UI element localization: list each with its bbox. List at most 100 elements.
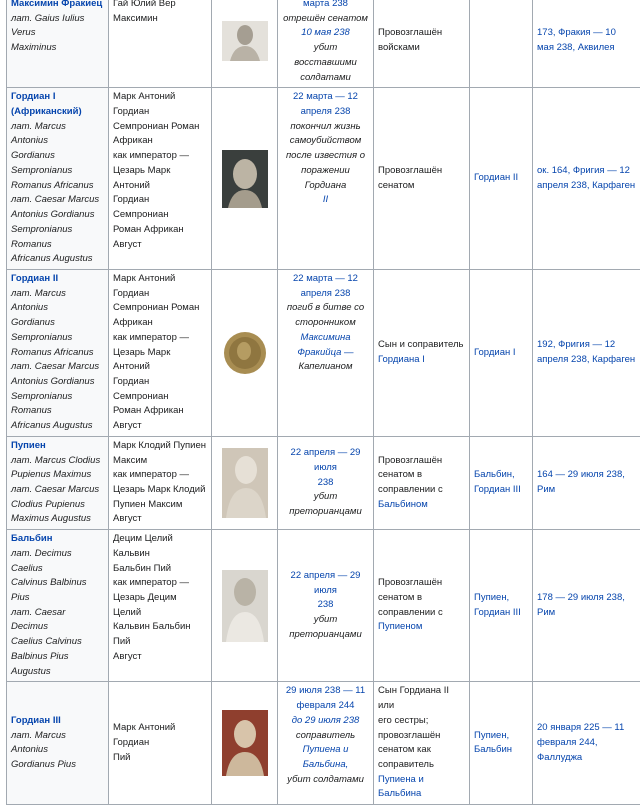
accession-cell: Провозглашён сенатом в соправлении с Бал… xyxy=(374,436,470,529)
full-name-cell: Децим Целий Кальвин Бальбин Пий как импе… xyxy=(109,530,212,682)
life-link[interactable]: апреля 238, Карфаген xyxy=(537,353,640,368)
full-name-line: Гордиан Семпрониан xyxy=(113,375,207,404)
bust-portrait-image[interactable] xyxy=(222,448,268,518)
life-link[interactable]: мая 238, Аквилея xyxy=(537,41,640,56)
emperor-name-link[interactable]: Гордиан II xyxy=(11,272,104,287)
bust-portrait-image[interactable] xyxy=(222,570,268,642)
reign-event-link[interactable]: II xyxy=(282,193,369,208)
life-link[interactable]: 173, Фракия — 10 xyxy=(537,26,640,41)
reign-date-link[interactable]: 22 марта — 12 xyxy=(282,90,369,105)
latin-name-line: лат. Caesar Marcus xyxy=(11,193,104,208)
accession-cell: Сын и соправитель Гордиана I xyxy=(374,269,470,436)
relation-link[interactable]: Бальбин xyxy=(474,743,528,758)
latin-name-line: Balbinus Pius Augustus xyxy=(11,650,104,679)
name-cell: Бальбин лат. Decimus Caelius Calvinus Ba… xyxy=(7,530,109,682)
coin-portrait-image[interactable] xyxy=(222,329,268,377)
table-row: Гордиан III лат. Marcus Antonius Gordian… xyxy=(7,682,640,805)
relation-link[interactable]: Пупиен, xyxy=(474,729,528,744)
latin-name-line: Clodius Pupienus xyxy=(11,498,104,513)
relation-link[interactable]: Гордиан II xyxy=(474,172,518,183)
emperors-table: Максимин Фракиец лат. Gaius Iulius Verus… xyxy=(6,0,640,805)
latin-name-line: Pupienus Maximus xyxy=(11,468,104,483)
accession-line: соправлении с xyxy=(378,606,465,621)
latin-name-line: лат. Gaius Iulius Verus xyxy=(11,12,104,41)
accession-line: сенатом в xyxy=(378,591,465,606)
life-link[interactable]: 192, Фригия — 12 xyxy=(537,338,640,353)
latin-name-line: Sempronianus Romanus xyxy=(11,223,104,252)
emperor-name-link[interactable]: Пупиен xyxy=(11,439,104,454)
accession-line: соправитель xyxy=(378,758,465,773)
reign-date-link[interactable]: 22 апреля — 29 июля xyxy=(282,446,369,475)
latin-name-line: лат. Caesar Marcus xyxy=(11,483,104,498)
accession-line: Провозглашён xyxy=(378,164,465,179)
full-name-line: Гордиан Семпрониан xyxy=(113,193,207,222)
life-link[interactable]: Рим xyxy=(537,483,640,498)
life-link[interactable]: февраля 244, xyxy=(537,736,640,751)
life-cell: 173, Фракия — 10 мая 238, Аквилея xyxy=(533,0,640,88)
accession-link[interactable]: Гордиана I xyxy=(378,353,465,368)
bust-portrait-image[interactable] xyxy=(222,150,268,208)
accession-line: Провозглашён xyxy=(378,26,465,41)
reign-cell: 29 июля 238 — 11 февраля 244 до 29 июля … xyxy=(278,682,374,805)
reign-event-link[interactable]: Пупиена и Бальбина, xyxy=(282,743,369,772)
reign-date-link[interactable]: 238 xyxy=(282,476,369,491)
reign-event-link[interactable]: Фракийца — xyxy=(282,346,369,361)
latin-name-line: Sempronianus Romanus xyxy=(11,390,104,419)
reign-cell: 22 апреля — 29 июля 238 убит преторианца… xyxy=(278,436,374,529)
reign-cell: 22 марта — 12 апреля 238 погиб в битве с… xyxy=(278,269,374,436)
reign-cell: марта 238 отрешён сенатом 10 мая 238 уби… xyxy=(278,0,374,88)
relation-link[interactable]: Гордиан I xyxy=(474,347,516,358)
emperor-name-link[interactable]: Гордиан I (Африканский) xyxy=(11,90,104,119)
life-cell: 192, Фригия — 12 апреля 238, Карфаген xyxy=(533,269,640,436)
life-cell: 20 января 225 — 11 февраля 244, Фаллуджа xyxy=(533,682,640,805)
reign-date-link[interactable]: 29 июля 238 — 11 xyxy=(282,684,369,699)
life-link[interactable]: апреля 238, Карфаген xyxy=(537,179,640,194)
reign-date-link[interactable]: 238 xyxy=(282,598,369,613)
life-link[interactable]: ок. 164, Фригия — 12 xyxy=(537,164,640,179)
reign-date-link[interactable]: февраля 244 xyxy=(282,699,369,714)
emperor-name-link[interactable]: Максимин Фракиец xyxy=(11,0,104,12)
reign-date-link[interactable]: до 29 июля 238 xyxy=(282,714,369,729)
relation-cell: Бальбин, Гордиан III xyxy=(470,436,533,529)
accession-line: Сын Гордиана II или xyxy=(378,684,465,713)
relation-link[interactable]: Пупиен, xyxy=(474,591,528,606)
reign-date-link[interactable]: апреля 238 xyxy=(282,105,369,120)
life-link[interactable]: 178 — 29 июля 238, xyxy=(537,591,640,606)
name-cell: Гордиан I (Африканский) лат. Marcus Anto… xyxy=(7,88,109,270)
emperor-name-link[interactable]: Гордиан III xyxy=(11,714,104,729)
life-link[interactable]: Фаллуджа xyxy=(537,751,640,766)
full-name-line: Гай Юлий Вер xyxy=(113,0,207,12)
life-link[interactable]: 164 — 29 июля 238, xyxy=(537,468,640,483)
full-name-line: Марк Антоний Гордиан xyxy=(113,272,207,301)
accession-link[interactable]: Пупиеном xyxy=(378,620,465,635)
reign-event-link[interactable]: Максимина xyxy=(282,331,369,346)
full-name-cell: Гай Юлий Вер Максимин xyxy=(109,0,212,88)
reign-event-line: убит восставшими xyxy=(282,41,369,70)
accession-line: войсками xyxy=(378,41,465,56)
reign-date-link[interactable]: марта 238 xyxy=(282,0,369,12)
accession-link[interactable]: Пупиена и Бальбина xyxy=(378,773,465,802)
emperor-name-link[interactable]: Бальбин xyxy=(11,532,104,547)
bust-portrait-image[interactable] xyxy=(222,710,268,776)
relation-link[interactable]: Бальбин, xyxy=(474,468,528,483)
full-name-line: Максимин xyxy=(113,12,207,27)
table-row: Пупиен лат. Marcus Clodius Pupienus Maxi… xyxy=(7,436,640,529)
reign-date-link[interactable]: 22 апреля — 29 июля xyxy=(282,569,369,598)
full-name-line: Роман Африкан Август xyxy=(113,404,207,433)
full-name-line: Децим Целий Кальвин xyxy=(113,532,207,561)
portrait-cell xyxy=(212,530,278,682)
life-link[interactable]: Рим xyxy=(537,606,640,621)
reign-date-link[interactable]: апреля 238 xyxy=(282,287,369,302)
life-link[interactable]: 20 января 225 — 11 xyxy=(537,721,640,736)
latin-name-line: лат. Marcus Antonius xyxy=(11,120,104,149)
reign-event-line: убит преторианцами xyxy=(282,490,369,519)
accession-line: его сестры; xyxy=(378,714,465,729)
reign-date-link[interactable]: 22 марта — 12 xyxy=(282,272,369,287)
reign-event-link[interactable]: 10 мая 238 xyxy=(282,26,369,41)
bust-portrait-image[interactable] xyxy=(222,21,268,61)
relation-link[interactable]: Гордиан III xyxy=(474,606,528,621)
accession-line: Провозглашён xyxy=(378,454,465,469)
relation-link[interactable]: Гордиан III xyxy=(474,483,528,498)
accession-link[interactable]: Бальбином xyxy=(378,498,465,513)
accession-line: провозглашён xyxy=(378,729,465,744)
